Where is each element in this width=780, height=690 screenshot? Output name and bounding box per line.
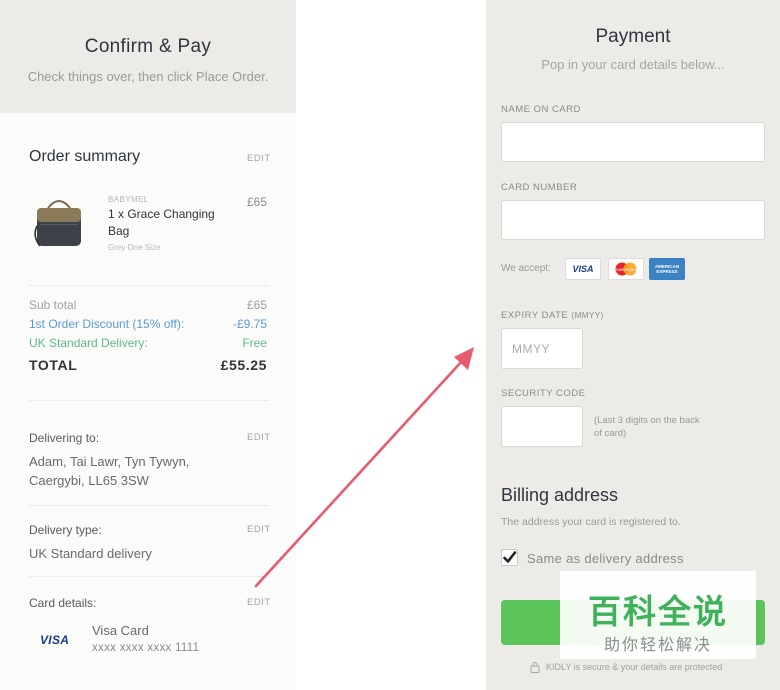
card-number-input[interactable]: [501, 200, 765, 240]
delivery-address: Adam, Tai Lawr, Tyn Tywyn, Caergybi, LL6…: [29, 452, 189, 490]
delivery-type-value: UK Standard delivery: [29, 546, 152, 561]
we-accept-label: We accept:: [501, 263, 551, 274]
delivering-to-edit-link[interactable]: EDIT: [247, 432, 271, 443]
card-number-masked: xxxx xxxx xxxx 1111: [92, 642, 200, 654]
total-label: TOTAL: [29, 357, 78, 373]
divider: [29, 400, 269, 401]
same-as-delivery-checkbox[interactable]: [501, 549, 518, 566]
mastercard-icon: mastercard: [608, 258, 644, 280]
card-details-edit-link[interactable]: EDIT: [247, 597, 271, 608]
delivery-cost-value: Free: [242, 336, 267, 350]
mastercard-circles-icon: mastercard: [615, 262, 638, 276]
order-summary-edit-link[interactable]: EDIT: [247, 153, 271, 164]
product-variant: Grey One Size: [108, 243, 161, 252]
amex-card-icon: AMERICAN EXPRESS: [649, 258, 685, 280]
divider: [29, 576, 269, 577]
product-bag-image: [34, 200, 81, 247]
address-line-1: Adam, Tai Lawr, Tyn Tywyn,: [29, 454, 190, 469]
page-title: Confirm & Pay: [84, 36, 212, 57]
security-code-input[interactable]: [501, 406, 583, 447]
delivery-cost-label: UK Standard Delivery:: [29, 336, 148, 350]
card-name: Visa Card: [92, 623, 149, 638]
delivery-type-label: Delivery type:: [29, 523, 102, 537]
secure-note-text: KIDLY is secure & your details are prote…: [546, 662, 723, 672]
mastercard-text: mastercard: [615, 267, 638, 272]
delivery-type-edit-link[interactable]: EDIT: [247, 524, 271, 535]
product-price: £65: [247, 195, 268, 209]
confirm-panel: Confirm & Pay Check things over, then cl…: [0, 0, 296, 690]
security-code-label: SECURITY CODE: [501, 388, 586, 399]
subtotal-label: Sub total: [29, 298, 77, 312]
card-number-label: CARD NUMBER: [501, 182, 578, 193]
billing-address-subtitle: The address your card is registered to.: [501, 516, 681, 528]
delivering-to-label: Delivering to:: [29, 431, 100, 445]
watermark-slogan: 助你轻松解决: [603, 635, 712, 654]
visa-logo-icon: VISA: [40, 633, 70, 647]
secure-note: KIDLY is secure & your details are prote…: [530, 661, 722, 673]
lock-icon: [530, 662, 540, 673]
total-value: £55.25: [220, 357, 267, 373]
product-brand: BABYMEL: [108, 195, 149, 204]
divider: [29, 505, 269, 506]
security-code-hint: (Last 3 digits on the back of card): [594, 415, 700, 439]
same-as-delivery-label[interactable]: Same as delivery address: [527, 551, 684, 566]
divider: [29, 285, 269, 286]
expiry-date-label: EXPIRY DATE (MMYY): [501, 310, 604, 321]
subtotal-value: £65: [246, 298, 267, 312]
payment-subtitle: Pop in your card details below...: [541, 57, 725, 72]
payment-title: Payment: [595, 26, 671, 47]
name-on-card-input[interactable]: [501, 122, 765, 162]
visa-card-icon: VISA: [565, 258, 601, 280]
product-name: 1 x Grace Changing Bag: [108, 207, 215, 238]
expiry-date-input[interactable]: [501, 328, 583, 369]
watermark-title: 百科全说: [588, 592, 728, 631]
checkout-page: Confirm & Pay Check things over, then cl…: [0, 0, 780, 690]
address-line-2: Caergybi, LL65 3SW: [29, 473, 149, 488]
card-details-label: Card details:: [29, 596, 97, 610]
amex-card-text: AMERICAN EXPRESS: [654, 264, 680, 274]
visa-card-text: VISA: [572, 264, 594, 274]
page-subtitle: Check things over, then click Place Orde…: [27, 69, 269, 84]
name-on-card-label: NAME ON CARD: [501, 104, 581, 115]
discount-label: 1st Order Discount (15% off):: [29, 317, 185, 331]
order-summary-heading: Order summary: [29, 148, 141, 165]
confirm-header: Confirm & Pay Check things over, then cl…: [0, 0, 296, 113]
billing-address-heading: Billing address: [501, 485, 619, 505]
discount-value: -£9.75: [232, 317, 267, 331]
watermark-logo: 百科全说 助你轻松解决: [560, 571, 756, 659]
expiry-date-label-text: EXPIRY DATE: [501, 310, 569, 321]
expiry-date-format: (MMYY): [571, 311, 604, 320]
checkmark-icon: [503, 551, 517, 563]
